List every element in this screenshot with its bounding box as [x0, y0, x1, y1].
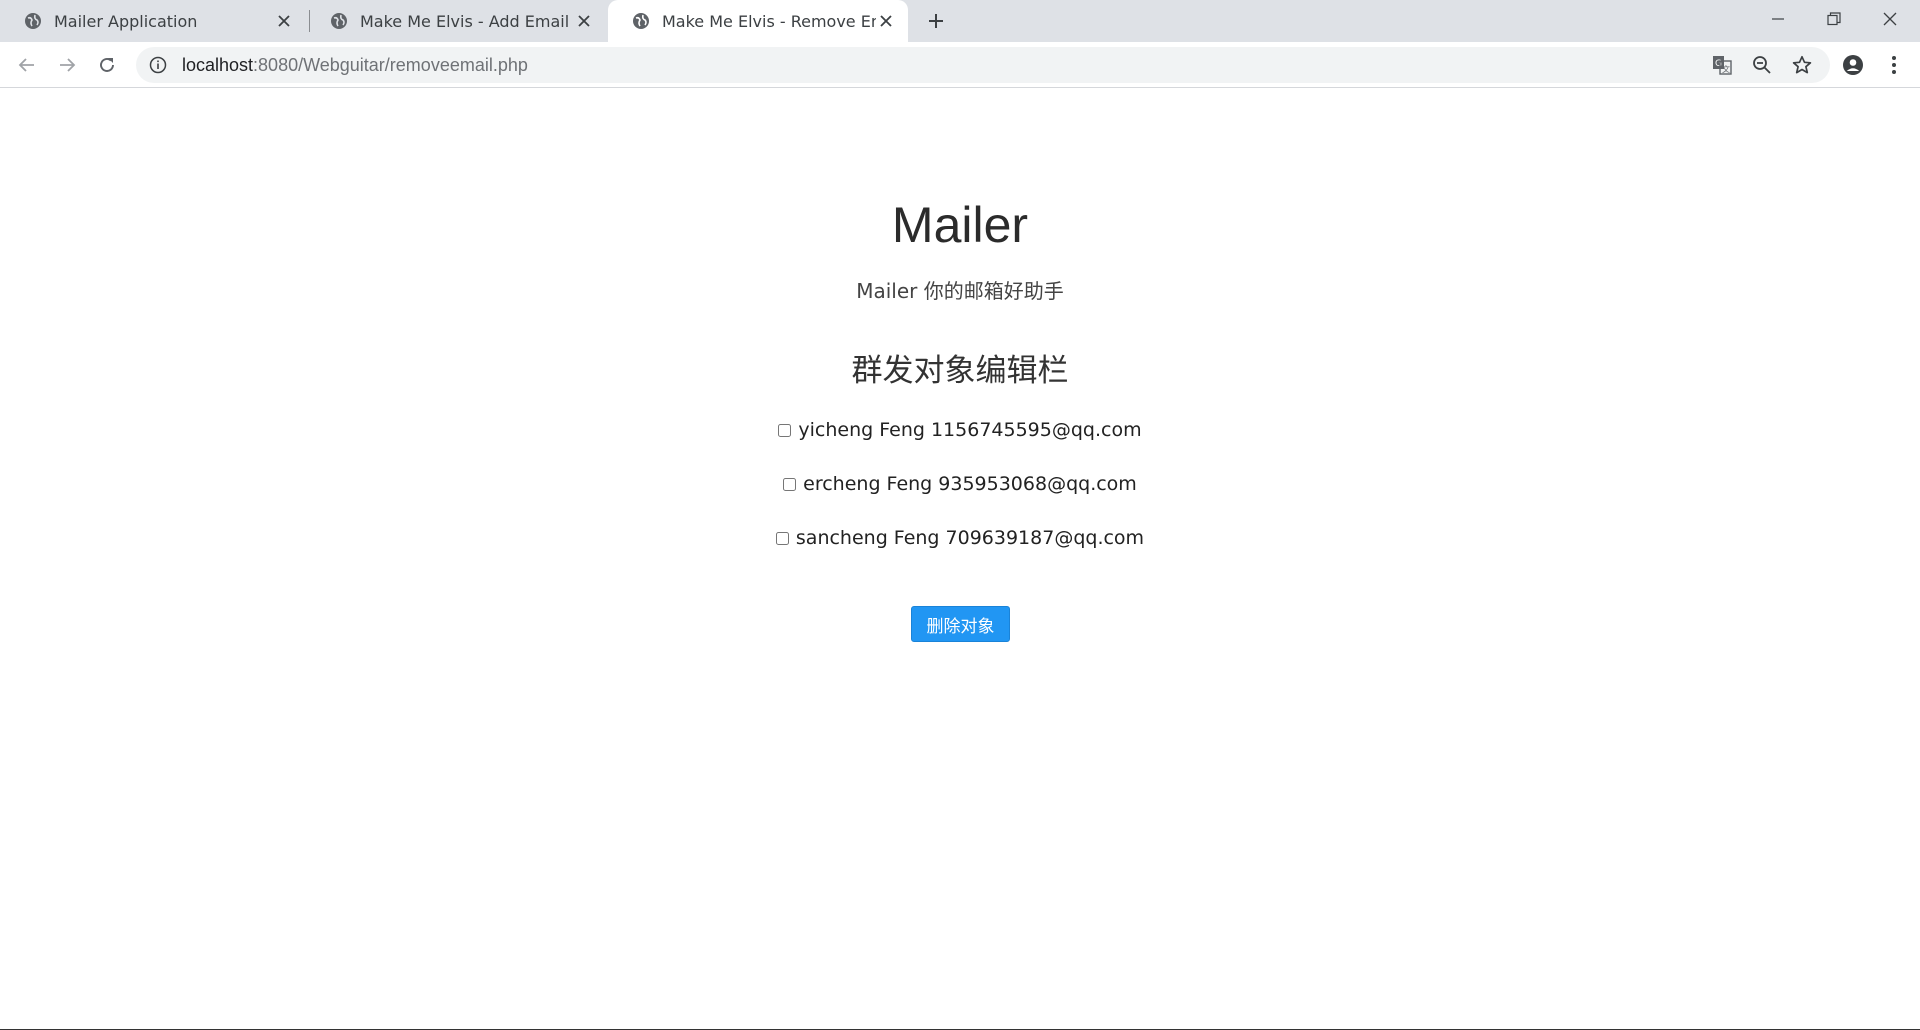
close-icon: [1883, 12, 1897, 26]
globe-icon: [331, 13, 347, 29]
globe-icon: [25, 13, 41, 29]
tab-mailer-application[interactable]: Mailer Application: [0, 0, 306, 42]
forward-button[interactable]: [51, 49, 83, 81]
email-checkbox[interactable]: [783, 477, 797, 491]
url-text[interactable]: localhost:8080/Webguitar/removeemail.php: [182, 55, 528, 76]
email-label: yicheng Feng 1156745595@qq.com: [798, 419, 1142, 441]
profile-button[interactable]: [1837, 49, 1869, 81]
menu-button[interactable]: [1878, 49, 1910, 81]
minimize-icon: [1772, 18, 1784, 20]
page-title: Mailer: [891, 197, 1029, 253]
more-vert-icon: [1892, 56, 1896, 74]
email-label: sancheng Feng 709639187@qq.com: [795, 527, 1145, 549]
email-checkbox[interactable]: [775, 531, 789, 545]
tab-remove-email[interactable]: Make Me Elvis - Remove Email: [608, 0, 908, 42]
translate-icon: G文: [1713, 56, 1732, 75]
reload-button[interactable]: [91, 49, 123, 81]
tab-title: Make Me Elvis - Add Email: [360, 11, 570, 31]
tab-add-email[interactable]: Make Me Elvis - Add Email: [306, 0, 606, 42]
tab-strip: Mailer Application Make Me Elvis - Add E…: [0, 0, 1920, 42]
email-label: ercheng Feng 935953068@qq.com: [803, 473, 1137, 495]
restore-button[interactable]: [1806, 0, 1862, 38]
star-icon: [1792, 55, 1812, 74]
close-icon[interactable]: [574, 11, 594, 31]
plus-icon: [929, 14, 943, 28]
globe-icon: [633, 13, 649, 29]
minimize-button[interactable]: [1750, 0, 1806, 38]
new-tab-button[interactable]: [924, 9, 948, 33]
arrow-right-icon: [60, 58, 76, 72]
zoom-button[interactable]: [1746, 49, 1778, 81]
account-icon: [1843, 55, 1863, 75]
url-path: :8080/Webguitar/removeemail.php: [253, 54, 528, 75]
email-checkbox[interactable]: [778, 423, 792, 437]
email-item[interactable]: sancheng Feng 709639187@qq.com: [0, 527, 1920, 549]
restore-icon: [1827, 12, 1841, 26]
page-content: Mailer Mailer 你的邮箱好助手 群发对象编辑栏 yicheng Fe…: [0, 89, 1920, 1030]
tab-title: Mailer Application: [54, 11, 198, 31]
browser-toolbar: localhost:8080/Webguitar/removeemail.php…: [0, 42, 1920, 88]
section-title: 群发对象编辑栏: [851, 353, 1069, 389]
reload-icon: [100, 58, 114, 72]
close-icon[interactable]: [876, 11, 896, 31]
arrow-left-icon: [18, 58, 34, 72]
remove-recipients-button[interactable]: 删除对象: [911, 606, 1010, 642]
email-item[interactable]: yicheng Feng 1156745595@qq.com: [0, 419, 1920, 441]
zoom-out-icon: [1753, 56, 1771, 74]
svg-text:文: 文: [1722, 64, 1730, 74]
close-icon[interactable]: [274, 11, 294, 31]
translate-button[interactable]: G文: [1706, 49, 1738, 81]
close-window-button[interactable]: [1862, 0, 1918, 38]
address-bar[interactable]: localhost:8080/Webguitar/removeemail.php: [136, 47, 1830, 83]
email-item[interactable]: ercheng Feng 935953068@qq.com: [0, 473, 1920, 495]
tab-title: Make Me Elvis - Remove Email: [662, 11, 876, 31]
back-button[interactable]: [11, 49, 43, 81]
bookmark-button[interactable]: [1786, 49, 1818, 81]
info-icon[interactable]: [148, 55, 168, 75]
url-host: localhost: [182, 54, 254, 75]
page-subtitle: Mailer 你的邮箱好助手: [856, 279, 1064, 303]
